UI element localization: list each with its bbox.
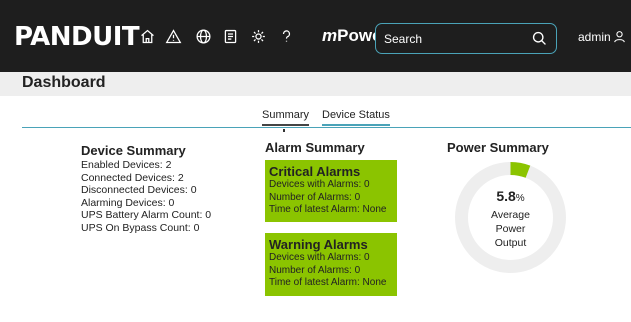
search-icon[interactable] — [531, 30, 548, 47]
help-icon[interactable] — [276, 26, 296, 46]
panduit-logo[interactable]: PANDUIT — [14, 22, 140, 52]
warning-alarms-box[interactable]: Warning Alarms Devices with Alarms: 0 Nu… — [265, 233, 397, 296]
gauge-label-line-1: Average — [491, 209, 530, 221]
alarming-devices: Alarming Devices: 0 — [81, 196, 175, 209]
power-summary-title: Power Summary — [447, 140, 549, 155]
gauge-fill — [510, 162, 531, 178]
disconnected-devices: Disconnected Devices: 0 — [81, 184, 197, 196]
tab-summary[interactable]: Summary — [262, 108, 310, 126]
enabled-devices: Enabled Devices: 2 — [81, 159, 172, 171]
search-box[interactable] — [375, 23, 557, 54]
alarm-summary-title: Alarm Summary — [265, 140, 365, 155]
critical-latest-alarm-time: Time of latest Alarm: None — [269, 204, 387, 215]
ups-battery-alarm-count: UPS Battery Alarm Count: 0 — [81, 209, 212, 221]
power-value-number: 5.8 — [496, 188, 516, 204]
globe-icon[interactable] — [193, 26, 213, 46]
warning-number-of-alarms: Number of Alarms: 0 — [269, 264, 361, 276]
power-output-value: 5.8% — [453, 188, 568, 204]
warning-latest-alarm-time: Time of latest Alarm: None — [269, 277, 387, 288]
device-summary-title: Device Summary — [81, 143, 186, 158]
power-value-unit: % — [515, 193, 525, 204]
user-name: admin — [578, 29, 611, 44]
critical-devices-with-alarms: Devices with Alarms: 0 — [269, 179, 370, 190]
critical-alarms-title: Critical Alarms — [269, 164, 361, 179]
critical-alarms-box[interactable]: Critical Alarms Devices with Alarms: 0 N… — [265, 160, 397, 222]
page-title: Dashboard — [22, 74, 106, 91]
critical-number-of-alarms: Number of Alarms: 0 — [269, 191, 361, 203]
report-icon[interactable] — [220, 26, 240, 46]
search-input[interactable] — [384, 29, 524, 49]
warning-alarms-title: Warning Alarms — [269, 237, 368, 252]
alert-icon[interactable] — [163, 26, 183, 46]
tab-divider — [22, 127, 631, 128]
gauge-label-line-3: Output — [494, 237, 527, 249]
warning-devices-with-alarms: Devices with Alarms: 0 — [269, 252, 370, 263]
top-navigation-bar: PANDUIT mPower admin — [0, 0, 631, 72]
device-summary-panel: Device Summary Enabled Devices: 2 Connec… — [81, 143, 251, 234]
tab-device-status[interactable]: Device Status — [322, 108, 390, 126]
user-icon — [613, 31, 625, 43]
power-output-label: Average Power Output — [453, 208, 568, 250]
home-icon[interactable] — [137, 26, 157, 46]
connected-devices: Connected Devices: 2 — [81, 171, 184, 184]
page-header: Dashboard — [0, 72, 631, 96]
active-tab-marker — [283, 129, 285, 132]
brand-prefix: m — [322, 26, 338, 45]
settings-icon[interactable] — [248, 26, 268, 46]
ups-on-bypass-count: UPS On Bypass Count: 0 — [81, 221, 200, 234]
user-menu[interactable]: admin — [578, 29, 627, 44]
gauge-label-line-2: Power — [495, 223, 526, 235]
